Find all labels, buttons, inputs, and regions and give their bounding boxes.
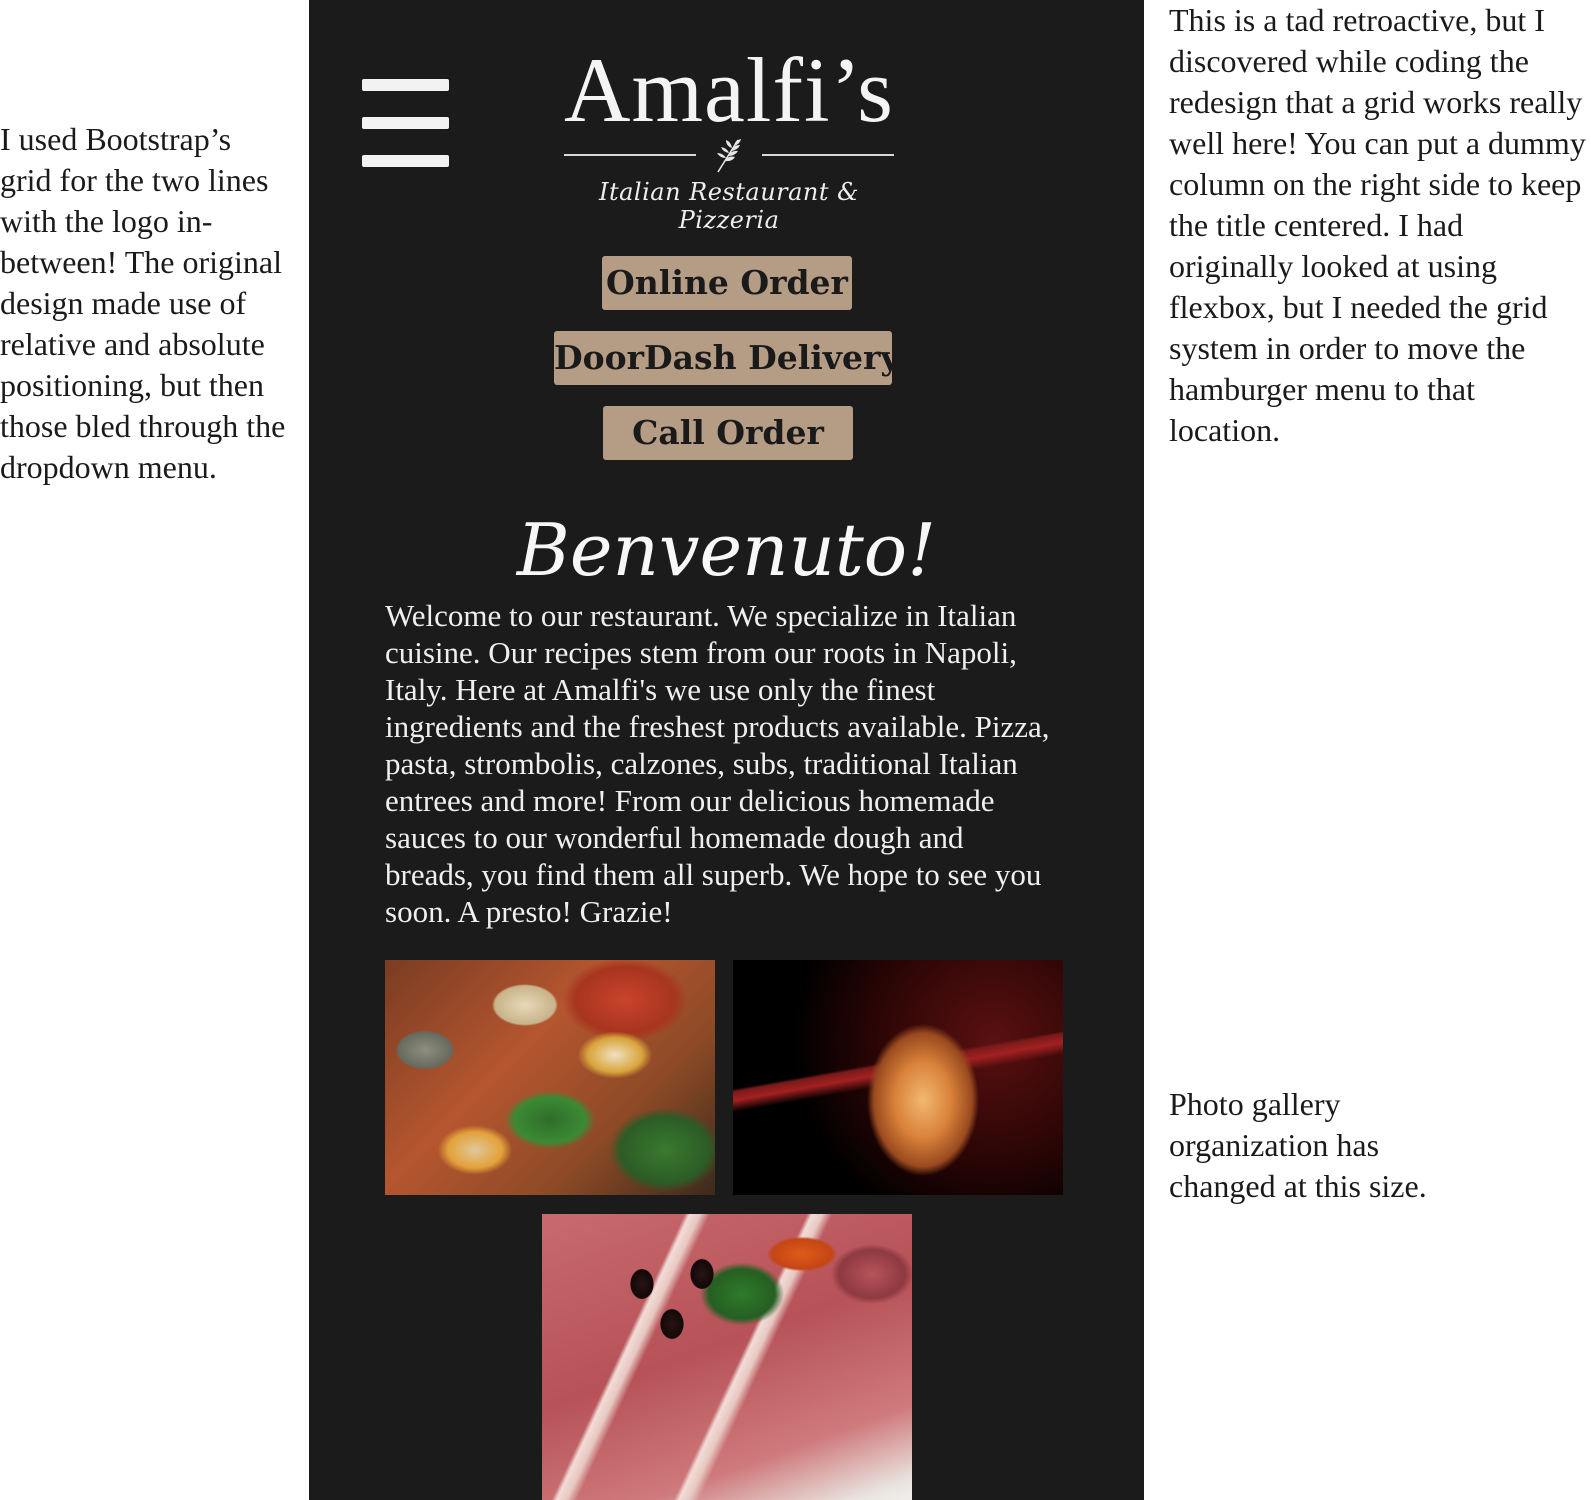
hamburger-menu-icon[interactable]	[362, 79, 449, 169]
annotation-left: I used Bootstrap’s grid for the two line…	[0, 121, 286, 485]
hamburger-bar	[362, 155, 449, 167]
charcuterie-photo[interactable]	[542, 1214, 912, 1500]
logo-subtitle: Italian Restaurant & Pizzeria	[598, 178, 860, 234]
clams-seafood-photo[interactable]	[385, 960, 715, 1195]
call-order-button[interactable]: Call Order	[603, 406, 853, 460]
welcome-heading: Benvenuto!	[516, 508, 937, 592]
site-mockup: Amalfi’s Italian Restaurant & Pizzeria O…	[309, 0, 1144, 1500]
doordash-delivery-button[interactable]: DoorDash Delivery	[554, 331, 900, 385]
site-logo[interactable]: Amalfi’s Italian Restaurant & Pizzeria	[564, 39, 894, 234]
logo-divider-left	[564, 154, 696, 156]
wine-glass-photo[interactable]	[733, 960, 1063, 1195]
welcome-text: Welcome to our restaurant. We specialize…	[385, 598, 1050, 929]
page-stage: I used Bootstrap’s grid for the two line…	[0, 0, 1591, 1500]
online-order-button[interactable]: Online Order	[602, 256, 852, 310]
hamburger-bar	[362, 117, 449, 129]
logo-divider-right	[762, 154, 894, 156]
annotation-right-gallery: Photo gallery organization has changed a…	[1169, 1086, 1427, 1204]
wheat-leaf-icon	[717, 139, 741, 173]
annotation-right-top: This is a tad retroactive, but I discove…	[1169, 2, 1586, 448]
logo-title: Amalfi’s	[564, 39, 894, 141]
hamburger-bar	[362, 79, 449, 91]
